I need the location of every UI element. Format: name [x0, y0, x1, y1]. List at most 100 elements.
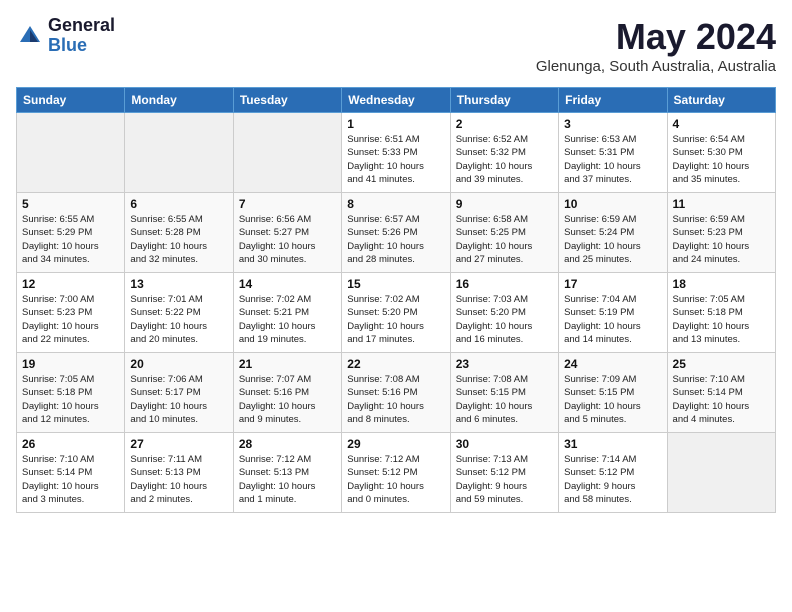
day-number: 25 [673, 357, 770, 371]
calendar-cell: 11 Sunrise: 6:59 AMSunset: 5:23 PMDayligh… [667, 193, 775, 273]
day-info: Sunrise: 7:01 AMSunset: 5:22 PMDaylight:… [130, 293, 227, 346]
day-info: Sunrise: 7:07 AMSunset: 5:16 PMDaylight:… [239, 373, 336, 426]
day-info: Sunrise: 6:53 AMSunset: 5:31 PMDaylight:… [564, 133, 661, 186]
calendar-cell: 17 Sunrise: 7:04 AMSunset: 5:19 PMDayligh… [559, 273, 667, 353]
day-info: Sunrise: 7:02 AMSunset: 5:20 PMDaylight:… [347, 293, 444, 346]
day-number: 28 [239, 437, 336, 451]
calendar-cell: 3 Sunrise: 6:53 AMSunset: 5:31 PMDaylight… [559, 113, 667, 193]
day-number: 26 [22, 437, 119, 451]
day-info: Sunrise: 6:55 AMSunset: 5:29 PMDaylight:… [22, 213, 119, 266]
calendar-cell: 8Sunrise: 6:57 AMSunset: 5:26 PMDaylight… [342, 193, 450, 273]
day-info: Sunrise: 6:59 AMSunset: 5:24 PMDaylight:… [564, 213, 661, 266]
calendar-cell: 31 Sunrise: 7:14 AMSunset: 5:12 PMDayligh… [559, 433, 667, 513]
calendar-cell: 26 Sunrise: 7:10 AMSunset: 5:14 PMDayligh… [17, 433, 125, 513]
calendar-cell: 29 Sunrise: 7:12 AMSunset: 5:12 PMDayligh… [342, 433, 450, 513]
calendar-cell [125, 113, 233, 193]
day-info: Sunrise: 7:08 AMSunset: 5:16 PMDaylight:… [347, 373, 444, 426]
weekday-header-sunday: Sunday [17, 88, 125, 113]
day-info: Sunrise: 7:10 AMSunset: 5:14 PMDaylight:… [22, 453, 119, 506]
calendar-cell: 18 Sunrise: 7:05 AMSunset: 5:18 PMDayligh… [667, 273, 775, 353]
calendar-cell: 2 Sunrise: 6:52 AMSunset: 5:32 PMDaylight… [450, 113, 558, 193]
month-title: May 2024 [536, 16, 776, 58]
day-number: 6 [130, 197, 227, 211]
calendar-cell: 14 Sunrise: 7:02 AMSunset: 5:21 PMDayligh… [233, 273, 341, 353]
calendar-table: SundayMondayTuesdayWednesdayThursdayFrid… [16, 87, 776, 513]
day-number: 21 [239, 357, 336, 371]
calendar-cell: 25Sunrise: 7:10 AMSunset: 5:14 PMDayligh… [667, 353, 775, 433]
day-number: 10 [564, 197, 661, 211]
calendar-body: 1Sunrise: 6:51 AMSunset: 5:33 PMDaylight… [17, 113, 776, 513]
day-number: 18 [673, 277, 770, 291]
day-info: Sunrise: 6:59 AMSunset: 5:23 PMDaylight:… [673, 213, 770, 266]
page-header: General Blue May 2024 Glenunga, South Au… [16, 16, 776, 75]
calendar-week-1: 1Sunrise: 6:51 AMSunset: 5:33 PMDaylight… [17, 113, 776, 193]
calendar-cell: 16 Sunrise: 7:03 AMSunset: 5:20 PMDayligh… [450, 273, 558, 353]
day-number: 24 [564, 357, 661, 371]
weekday-header-tuesday: Tuesday [233, 88, 341, 113]
day-info: Sunrise: 7:14 AMSunset: 5:12 PMDaylight:… [564, 453, 661, 506]
title-area: May 2024 Glenunga, South Australia, Aust… [536, 16, 776, 75]
day-number: 22 [347, 357, 444, 371]
day-number: 3 [564, 117, 661, 131]
day-info: Sunrise: 7:04 AMSunset: 5:19 PMDaylight:… [564, 293, 661, 346]
day-info: Sunrise: 6:54 AMSunset: 5:30 PMDaylight:… [673, 133, 770, 186]
day-number: 20 [130, 357, 227, 371]
calendar-cell: 21 Sunrise: 7:07 AMSunset: 5:16 PMDayligh… [233, 353, 341, 433]
logo-general: General [48, 16, 115, 36]
day-number: 15 [347, 277, 444, 291]
weekday-header-saturday: Saturday [667, 88, 775, 113]
day-number: 13 [130, 277, 227, 291]
day-info: Sunrise: 7:02 AMSunset: 5:21 PMDaylight:… [239, 293, 336, 346]
day-info: Sunrise: 7:05 AMSunset: 5:18 PMDaylight:… [673, 293, 770, 346]
logo-icon [16, 22, 44, 50]
calendar-cell: 7Sunrise: 6:56 AMSunset: 5:27 PMDaylight… [233, 193, 341, 273]
day-info: Sunrise: 7:05 AMSunset: 5:18 PMDaylight:… [22, 373, 119, 426]
day-info: Sunrise: 7:12 AMSunset: 5:12 PMDaylight:… [347, 453, 444, 506]
calendar-cell: 4 Sunrise: 6:54 AMSunset: 5:30 PMDaylight… [667, 113, 775, 193]
day-info: Sunrise: 6:56 AMSunset: 5:27 PMDaylight:… [239, 213, 336, 266]
day-info: Sunrise: 6:52 AMSunset: 5:32 PMDaylight:… [456, 133, 553, 186]
day-info: Sunrise: 6:51 AMSunset: 5:33 PMDaylight:… [347, 133, 444, 186]
calendar-cell: 12Sunrise: 7:00 AMSunset: 5:23 PMDayligh… [17, 273, 125, 353]
calendar-cell [17, 113, 125, 193]
day-number: 17 [564, 277, 661, 291]
calendar-cell: 27Sunrise: 7:11 AMSunset: 5:13 PMDayligh… [125, 433, 233, 513]
calendar-cell: 6 Sunrise: 6:55 AMSunset: 5:28 PMDaylight… [125, 193, 233, 273]
calendar-header: SundayMondayTuesdayWednesdayThursdayFrid… [17, 88, 776, 113]
calendar-week-3: 12Sunrise: 7:00 AMSunset: 5:23 PMDayligh… [17, 273, 776, 353]
day-number: 31 [564, 437, 661, 451]
day-number: 2 [456, 117, 553, 131]
day-info: Sunrise: 6:58 AMSunset: 5:25 PMDaylight:… [456, 213, 553, 266]
calendar-cell: 23Sunrise: 7:08 AMSunset: 5:15 PMDayligh… [450, 353, 558, 433]
day-number: 4 [673, 117, 770, 131]
calendar-cell [233, 113, 341, 193]
day-info: Sunrise: 7:06 AMSunset: 5:17 PMDaylight:… [130, 373, 227, 426]
day-number: 9 [456, 197, 553, 211]
day-info: Sunrise: 7:13 AMSunset: 5:12 PMDaylight:… [456, 453, 553, 506]
calendar-cell: 24Sunrise: 7:09 AMSunset: 5:15 PMDayligh… [559, 353, 667, 433]
day-info: Sunrise: 6:57 AMSunset: 5:26 PMDaylight:… [347, 213, 444, 266]
calendar-cell [667, 433, 775, 513]
day-info: Sunrise: 7:08 AMSunset: 5:15 PMDaylight:… [456, 373, 553, 426]
weekday-header-thursday: Thursday [450, 88, 558, 113]
calendar-cell: 20 Sunrise: 7:06 AMSunset: 5:17 PMDayligh… [125, 353, 233, 433]
calendar-cell: 1Sunrise: 6:51 AMSunset: 5:33 PMDaylight… [342, 113, 450, 193]
day-number: 11 [673, 197, 770, 211]
weekday-header-wednesday: Wednesday [342, 88, 450, 113]
day-number: 12 [22, 277, 119, 291]
logo-blue: Blue [48, 36, 115, 56]
day-number: 16 [456, 277, 553, 291]
logo: General Blue [16, 16, 115, 56]
calendar-cell: 28 Sunrise: 7:12 AMSunset: 5:13 PMDayligh… [233, 433, 341, 513]
day-info: Sunrise: 7:12 AMSunset: 5:13 PMDaylight:… [239, 453, 336, 506]
calendar-cell: 5 Sunrise: 6:55 AMSunset: 5:29 PMDaylight… [17, 193, 125, 273]
day-info: Sunrise: 6:55 AMSunset: 5:28 PMDaylight:… [130, 213, 227, 266]
day-number: 29 [347, 437, 444, 451]
day-number: 5 [22, 197, 119, 211]
day-info: Sunrise: 7:03 AMSunset: 5:20 PMDaylight:… [456, 293, 553, 346]
calendar-week-5: 26 Sunrise: 7:10 AMSunset: 5:14 PMDayligh… [17, 433, 776, 513]
logo-text: General Blue [48, 16, 115, 56]
day-number: 14 [239, 277, 336, 291]
calendar-cell: 30Sunrise: 7:13 AMSunset: 5:12 PMDayligh… [450, 433, 558, 513]
weekday-header-monday: Monday [125, 88, 233, 113]
